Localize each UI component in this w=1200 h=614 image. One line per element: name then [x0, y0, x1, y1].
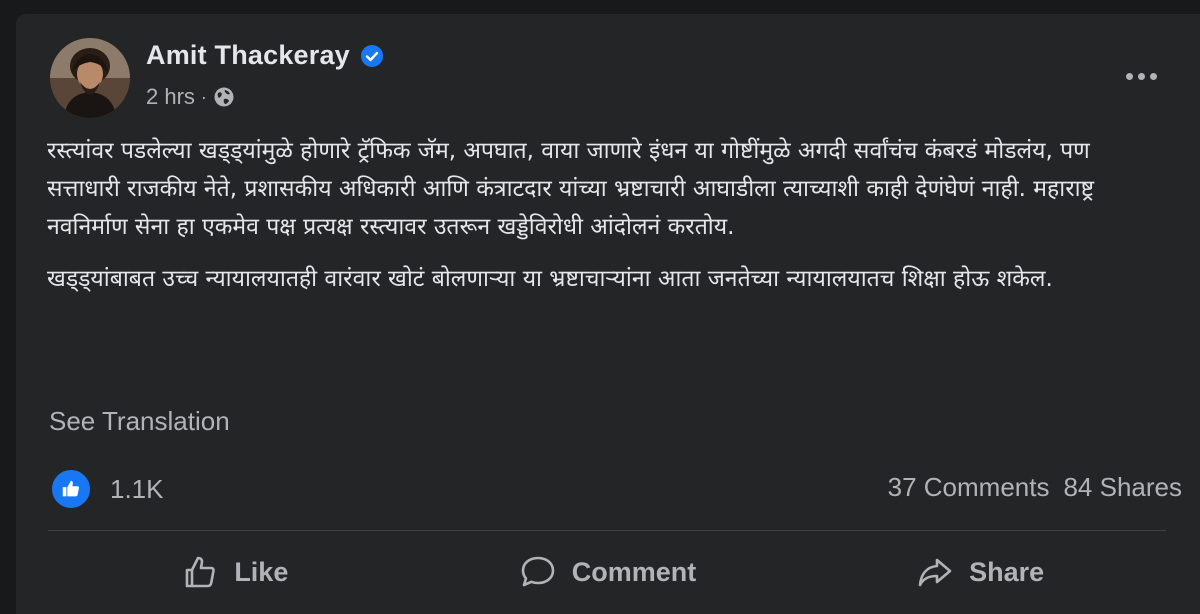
- reaction-count: 1.1K: [110, 473, 164, 504]
- more-dot-icon: [1137, 72, 1145, 80]
- comment-button[interactable]: Comment: [421, 542, 794, 602]
- share-label: Share: [969, 556, 1045, 587]
- post-paragraph: खड्ड्यांबाबत उच्च न्यायालयातही वारंवार ख…: [47, 266, 1053, 292]
- verified-badge-icon: [360, 44, 384, 68]
- globe-icon[interactable]: [213, 86, 235, 108]
- post-timestamp[interactable]: 2 hrs: [146, 84, 195, 110]
- thumbs-up-icon: [186, 556, 216, 588]
- like-button[interactable]: Like: [48, 542, 421, 602]
- share-button[interactable]: Share: [793, 542, 1166, 602]
- shares-count-link[interactable]: 84 Shares: [1063, 472, 1182, 503]
- comments-count-link[interactable]: 37 Comments: [888, 472, 1050, 503]
- divider: [48, 530, 1166, 531]
- reactions-summary[interactable]: 1.1K: [50, 468, 164, 510]
- comment-icon: [521, 556, 555, 587]
- post-body: रस्त्यांवर पडलेल्या खड्ड्यांमुळे होणारे …: [47, 132, 1167, 312]
- more-dot-icon: [1125, 72, 1133, 80]
- engagement-stats: 37 Comments 84 Shares: [888, 472, 1182, 503]
- share-icon: [918, 558, 952, 587]
- post-paragraph: रस्त्यांवर पडलेल्या खड्ड्यांमुळे होणारे …: [47, 138, 1095, 240]
- see-translation-link[interactable]: See Translation: [49, 406, 230, 437]
- author-name[interactable]: Amit Thackeray: [146, 40, 350, 71]
- meta-separator: ·: [200, 86, 207, 107]
- more-dot-icon: [1149, 72, 1157, 80]
- like-label: Like: [234, 556, 289, 587]
- avatar[interactable]: [50, 38, 130, 118]
- comment-label: Comment: [571, 556, 697, 587]
- post-card: Amit Thackeray 2 hrs · रस्त्यांवर पडलेल्…: [16, 14, 1200, 614]
- post-actions: Like Comment Share: [48, 542, 1166, 602]
- more-options-button[interactable]: [1116, 58, 1166, 94]
- like-reaction-icon: [50, 468, 92, 510]
